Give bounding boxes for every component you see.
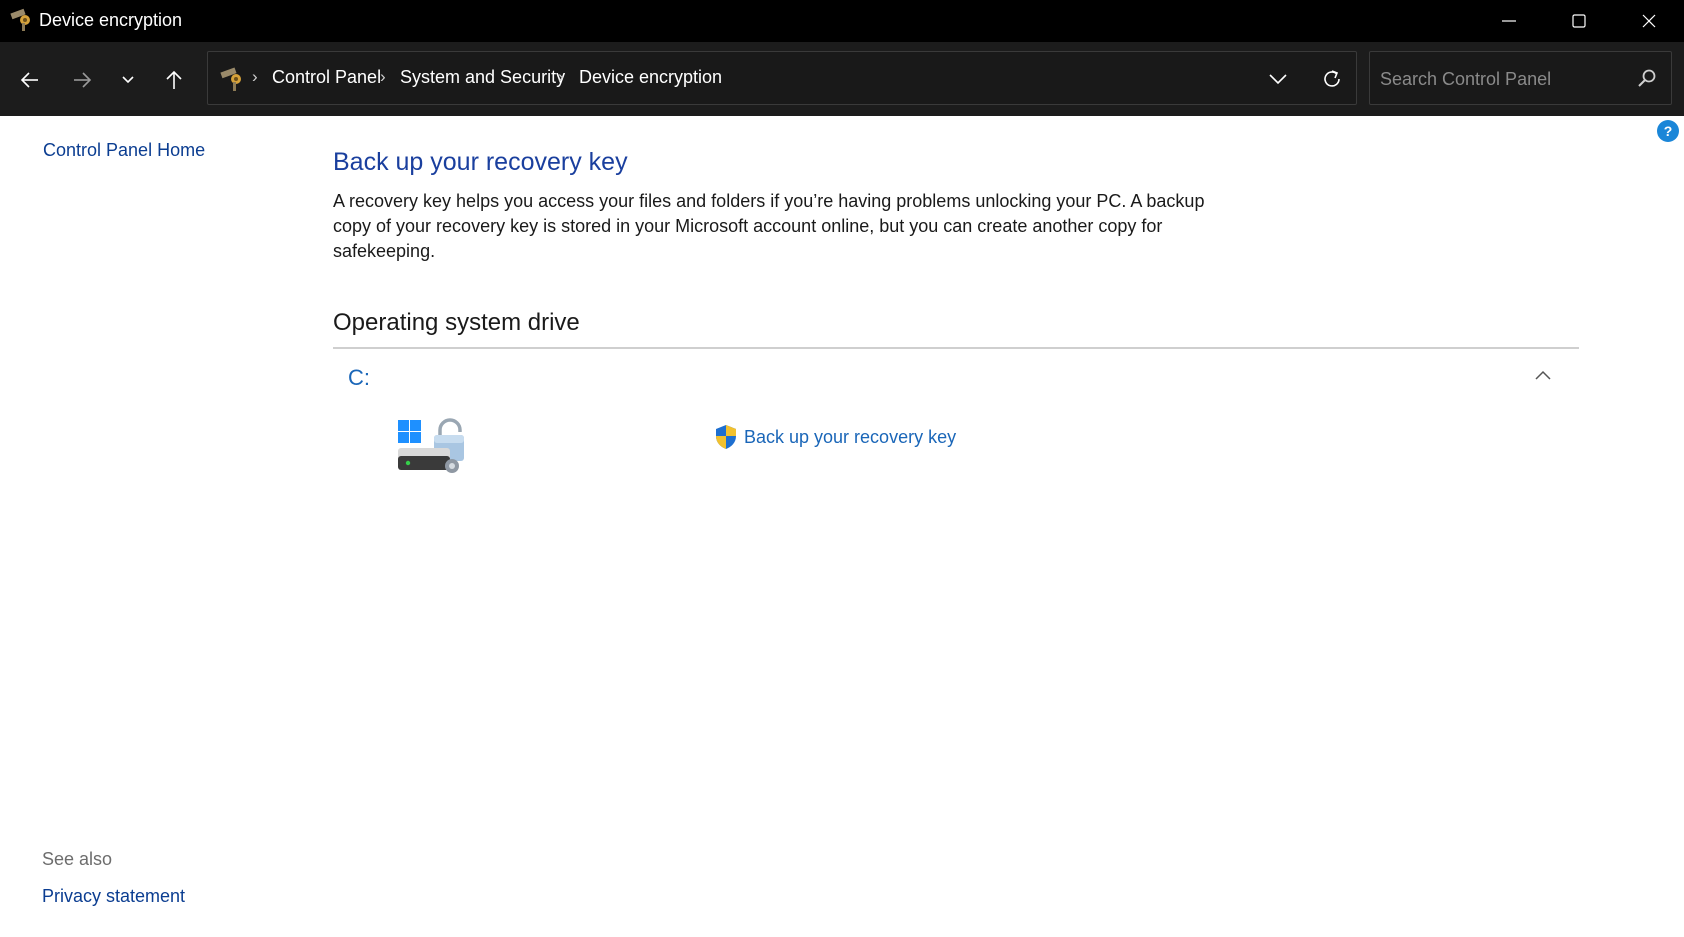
collapse-drive-button[interactable]: [1529, 364, 1557, 386]
control-panel-icon: [10, 8, 30, 31]
chevron-down-icon: [1269, 74, 1287, 85]
maximize-icon: [1572, 14, 1586, 28]
arrow-left-icon: [20, 72, 38, 88]
window-title: Device encryption: [39, 10, 183, 30]
section-title: Operating system drive: [333, 309, 580, 336]
close-button[interactable]: [1614, 0, 1684, 42]
see-also-heading: See also: [42, 849, 113, 869]
arrow-right-icon: [74, 72, 92, 88]
up-button[interactable]: [154, 62, 194, 98]
help-icon[interactable]: ?: [1657, 120, 1679, 142]
breadcrumb-system-and-security[interactable]: System and Security: [400, 67, 565, 88]
drive-label[interactable]: C:: [348, 365, 370, 391]
uac-shield-icon: [716, 425, 736, 449]
breadcrumb-device-encryption[interactable]: Device encryption: [579, 67, 722, 88]
encrypted-drive-icon: [398, 418, 464, 473]
recent-locations-button[interactable]: [108, 62, 148, 98]
close-icon: [1642, 14, 1656, 28]
search-box[interactable]: [1369, 51, 1672, 105]
privacy-statement-link[interactable]: Privacy statement: [42, 886, 185, 907]
breadcrumb-control-panel[interactable]: Control Panel: [272, 67, 381, 88]
address-bar[interactable]: › Control Panel › System and Security › …: [207, 51, 1357, 105]
title-bar: Device encryption: [0, 0, 1684, 42]
navigation-bar: › Control Panel › System and Security › …: [0, 42, 1684, 116]
control-panel-home-link[interactable]: Control Panel Home: [43, 140, 205, 161]
forward-button[interactable]: [62, 62, 102, 98]
back-button[interactable]: [10, 62, 50, 98]
backup-recovery-key-link[interactable]: Back up your recovery key: [744, 427, 956, 448]
refresh-icon: [1324, 70, 1340, 87]
search-icon[interactable]: [1635, 67, 1659, 91]
address-history-dropdown[interactable]: [1258, 64, 1298, 94]
chevron-down-icon: [122, 76, 134, 84]
breadcrumb-separator: ›: [252, 67, 258, 86]
chevron-up-icon: [1535, 370, 1551, 380]
section-divider: [333, 347, 1579, 349]
search-input[interactable]: [1380, 67, 1620, 91]
refresh-button[interactable]: [1312, 63, 1352, 95]
arrow-up-icon: [166, 70, 182, 89]
maximize-button[interactable]: [1544, 0, 1614, 42]
breadcrumb-separator: ›: [558, 67, 564, 86]
minimize-button[interactable]: [1474, 0, 1544, 42]
control-panel-icon: [220, 67, 241, 91]
minimize-icon: [1502, 20, 1516, 22]
page-title: Back up your recovery key: [333, 148, 628, 176]
breadcrumb-separator: ›: [380, 67, 386, 86]
page-description: A recovery key helps you access your fil…: [333, 191, 1205, 261]
